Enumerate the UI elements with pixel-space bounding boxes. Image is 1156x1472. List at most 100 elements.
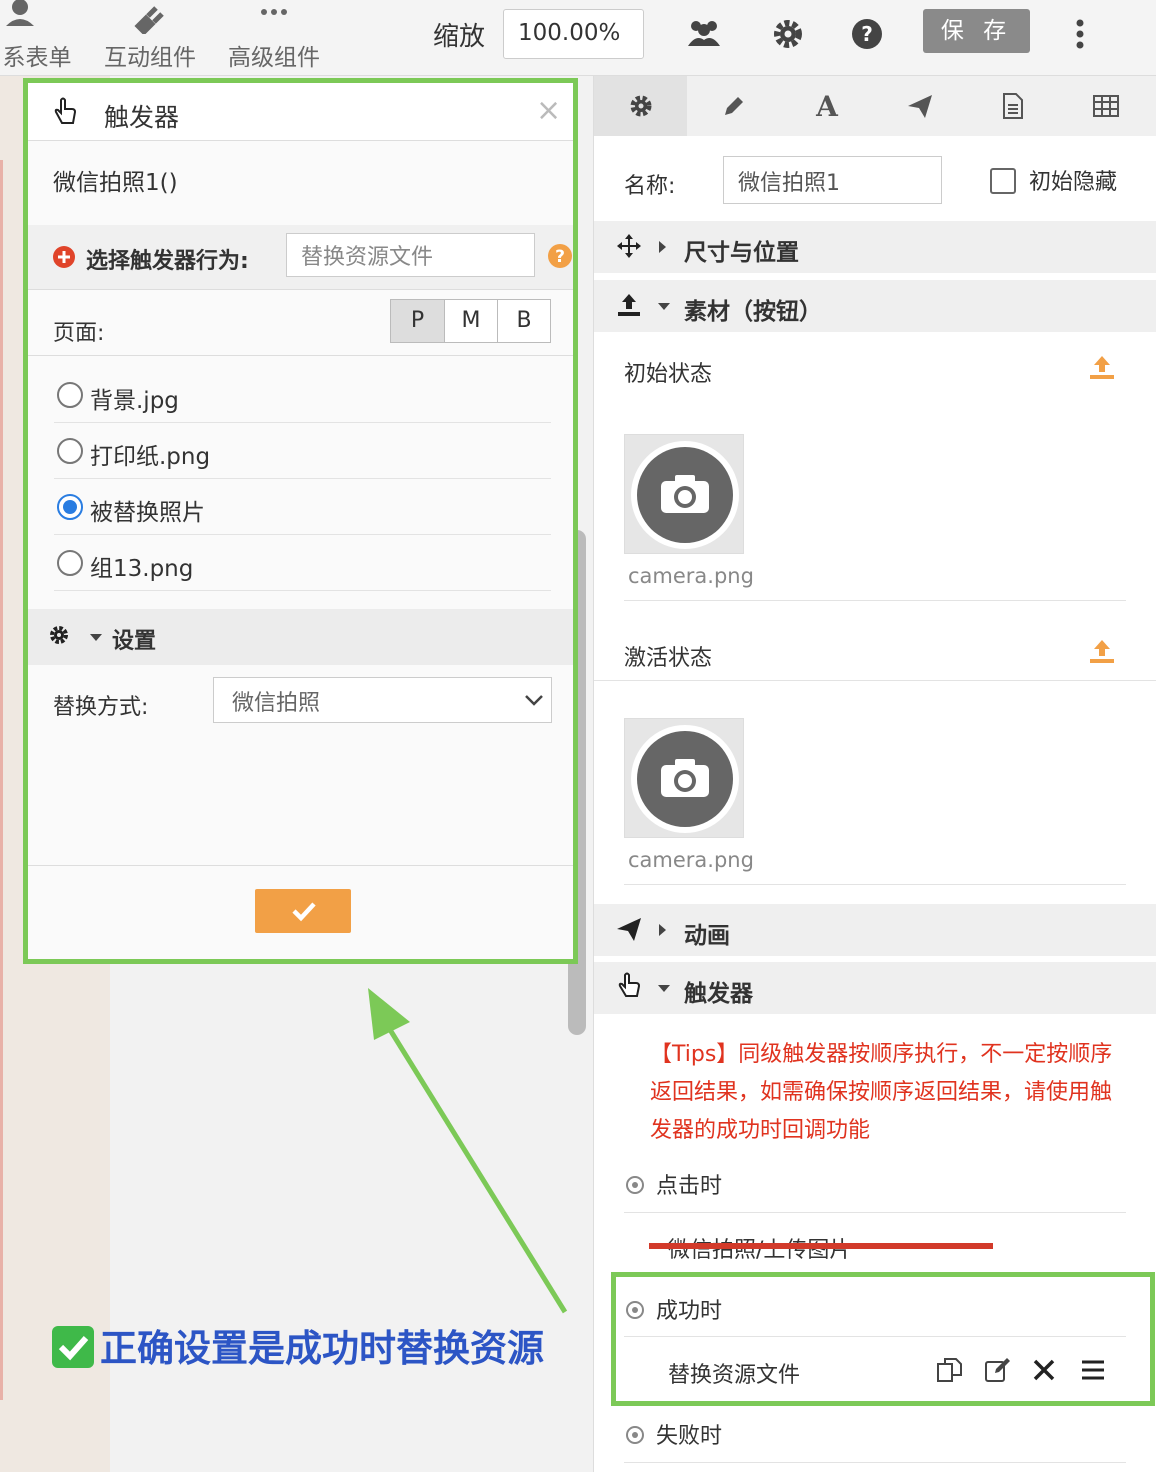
canvas-edge	[0, 160, 3, 1400]
annotation-arrow	[368, 988, 568, 1314]
tab-settings[interactable]	[594, 76, 687, 136]
tab-style[interactable]	[687, 76, 780, 136]
help-icon[interactable]: ?	[849, 16, 885, 52]
divider	[28, 355, 573, 356]
radio-button[interactable]	[57, 550, 83, 576]
svg-text:?: ?	[555, 247, 565, 267]
modal-title: 触发器	[104, 103, 180, 132]
replace-method-select[interactable]: 微信拍照	[213, 677, 552, 723]
pencil-icon	[724, 97, 743, 115]
tips-text: 【Tips】同级触发器按顺序执行，不一定按顺序返回结果，如需确保按顺序返回结果，…	[650, 1042, 1113, 1143]
property-tabs: A	[594, 76, 1156, 136]
plus-circle-icon	[53, 246, 75, 268]
divider	[624, 600, 1126, 601]
resource-item[interactable]: 打印纸.png	[54, 423, 551, 479]
page-option-b[interactable]: B	[497, 300, 550, 342]
save-button[interactable]: 保 存	[923, 9, 1030, 53]
divider	[28, 865, 573, 866]
help-icon[interactable]: ?	[547, 243, 573, 269]
initial-image-filename: camera.png	[628, 564, 754, 588]
more-dots-icon	[261, 9, 287, 15]
divider	[624, 1212, 1126, 1213]
resource-item[interactable]: 背景.jpg	[54, 367, 551, 423]
pointer-hand-icon	[618, 972, 641, 997]
zoom-label: 缩放	[433, 22, 486, 52]
name-label: 名称:	[624, 174, 676, 199]
close-button[interactable]: ×	[536, 93, 561, 128]
check-icon	[292, 902, 316, 922]
toolbar-item-forms[interactable]: 系表单	[0, 0, 82, 72]
gear-icon	[630, 95, 651, 117]
divider	[624, 1462, 1126, 1463]
font-icon: A	[815, 92, 839, 120]
caret-right-icon	[659, 924, 666, 936]
active-image-thumbnail[interactable]	[624, 718, 744, 838]
initial-image-thumbnail[interactable]	[624, 434, 744, 554]
user-icon	[6, 0, 34, 26]
toolbar-item-interactive[interactable]: 互动组件	[100, 0, 200, 72]
annotation-text: 正确设置是成功时替换资源	[52, 1318, 544, 1372]
trigger-on-click[interactable]: 点击时	[626, 1168, 722, 1200]
confirm-button[interactable]	[255, 889, 351, 933]
users-icon[interactable]	[686, 16, 722, 52]
radio-button[interactable]	[57, 438, 83, 464]
action-select-row: 选择触发器行为: 替换资源文件 ?	[28, 225, 573, 289]
divider	[28, 289, 573, 290]
upload-icon[interactable]	[1088, 638, 1116, 666]
settings-section[interactable]: 设置	[28, 609, 573, 665]
toolbar-item-advanced[interactable]: 高级组件	[224, 0, 324, 72]
check-mark-icon	[52, 1325, 94, 1368]
modal-header: 触发器 ×	[28, 83, 573, 141]
radio-button-selected[interactable]	[57, 494, 83, 520]
caret-right-icon	[659, 241, 666, 253]
divider	[594, 680, 1156, 681]
table-icon	[1092, 95, 1119, 117]
trigger-name: 微信拍照1()	[53, 170, 178, 196]
gear-icon	[50, 626, 68, 644]
caret-down-icon	[90, 634, 102, 641]
upload-icon[interactable]	[1088, 354, 1116, 382]
divider	[624, 884, 1126, 885]
target-icon	[626, 1176, 644, 1194]
strikethrough-mark	[649, 1243, 993, 1249]
tab-document[interactable]	[966, 76, 1059, 136]
section-animation[interactable]: 动画	[594, 904, 1156, 956]
upload-icon	[618, 294, 640, 316]
initial-state-label: 初始状态	[624, 362, 713, 387]
tab-text[interactable]: A	[780, 76, 873, 136]
action-input[interactable]: 替换资源文件	[286, 233, 535, 277]
action-label: 选择触发器行为:	[86, 249, 249, 274]
resource-item[interactable]: 组13.png	[54, 535, 551, 591]
page-label: 页面:	[53, 321, 105, 346]
initial-hidden-checkbox[interactable]	[990, 168, 1016, 194]
page-option-p[interactable]: P	[391, 300, 444, 342]
camera-icon	[631, 441, 739, 549]
camera-icon	[631, 725, 739, 833]
plug-icon	[134, 6, 164, 34]
page-option-m[interactable]: M	[444, 300, 497, 342]
initial-hidden-label: 初始隐藏	[1029, 170, 1118, 195]
gear-icon[interactable]	[770, 16, 806, 52]
pointer-hand-icon	[54, 97, 77, 124]
document-icon	[1002, 93, 1023, 119]
trigger-modal: 触发器 × 微信拍照1() 选择触发器行为: 替换资源文件 ? 页面: P M …	[23, 78, 578, 964]
trigger-on-fail[interactable]: 失败时	[626, 1418, 722, 1450]
zoom-input[interactable]: 100.00%	[503, 9, 644, 59]
caret-down-icon	[658, 985, 670, 992]
section-material[interactable]: 素材（按钮）	[594, 280, 1156, 332]
svg-text:A: A	[815, 92, 839, 120]
name-input[interactable]: 微信拍照1	[723, 156, 942, 204]
chevron-down-icon	[525, 695, 543, 706]
section-trigger[interactable]: 触发器	[594, 962, 1156, 1014]
vertical-more-icon[interactable]	[1062, 16, 1098, 52]
property-panel: A 名称: 微信拍照1 初始隐藏 尺寸与位置 素材（按钮） 初始状态 camer…	[593, 76, 1156, 1472]
tab-table[interactable]	[1059, 76, 1152, 136]
target-icon	[626, 1426, 644, 1444]
svg-text:?: ?	[861, 22, 873, 46]
paper-plane-icon	[907, 95, 932, 118]
radio-button[interactable]	[57, 382, 83, 408]
section-size-position[interactable]: 尺寸与位置	[594, 221, 1156, 273]
tab-animation[interactable]	[873, 76, 966, 136]
highlight-box	[611, 1272, 1155, 1406]
resource-item[interactable]: 被替换照片	[54, 479, 551, 535]
